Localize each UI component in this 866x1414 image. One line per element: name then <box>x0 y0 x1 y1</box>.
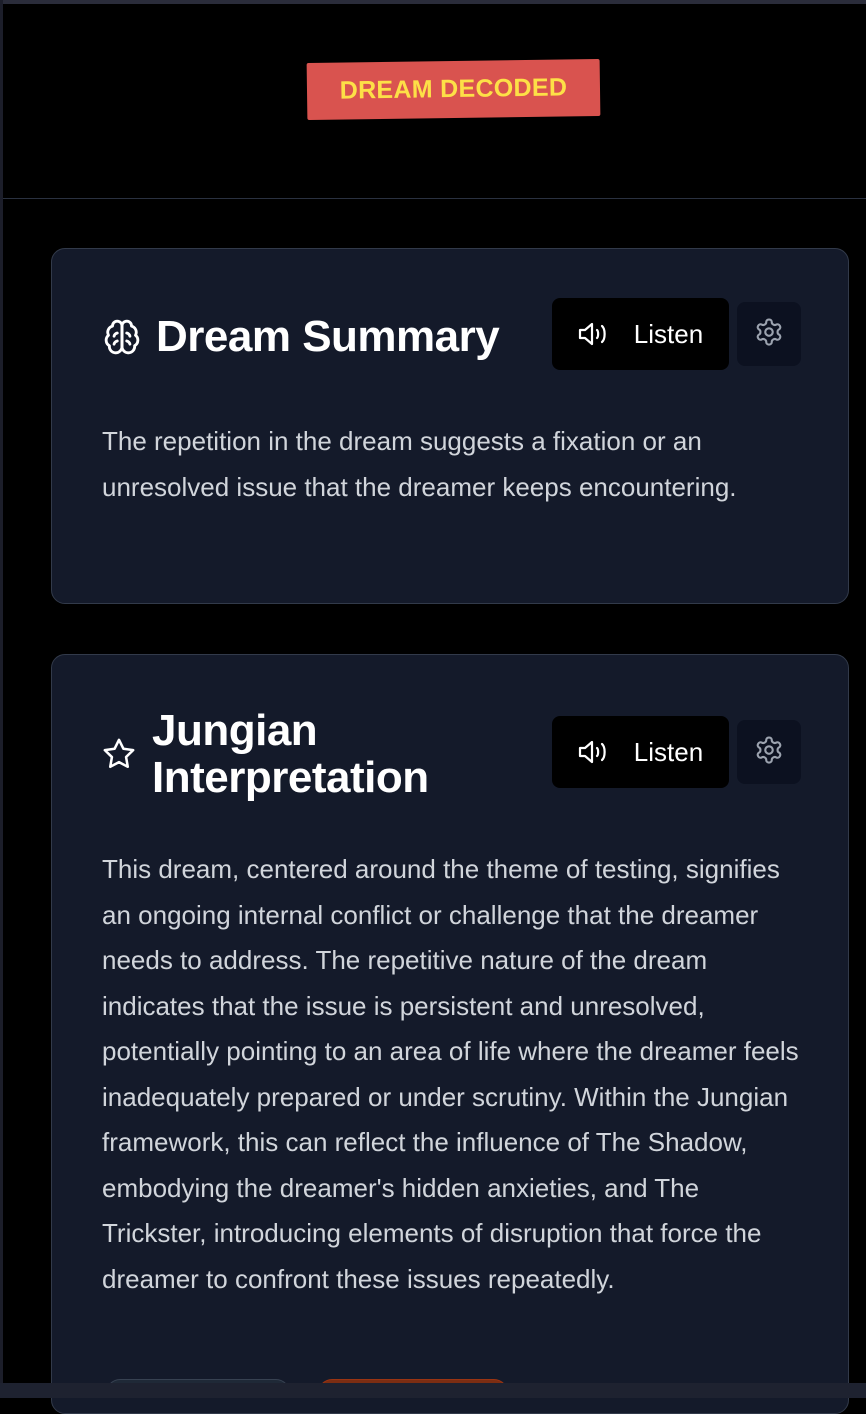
star-icon <box>102 734 136 774</box>
card-title: Jungian Interpretation <box>152 707 429 801</box>
settings-button[interactable] <box>737 302 801 366</box>
window-left-border <box>0 0 3 1398</box>
listen-label: Listen <box>633 318 704 349</box>
speaker-icon <box>578 739 610 765</box>
dream-summary-card: Dream Summary Listen The repetition in t… <box>51 248 849 604</box>
interpretation-text: This dream, centered around the theme of… <box>102 854 799 1294</box>
summary-text: The repetition in the dream suggests a f… <box>102 426 737 502</box>
gear-icon <box>754 735 784 770</box>
listen-label: Listen <box>633 736 704 767</box>
speaker-icon <box>578 321 610 347</box>
settings-button[interactable] <box>737 720 801 784</box>
dream-decoded-badge: DREAM DECODED <box>306 58 601 121</box>
header: DREAM DECODED <box>3 4 866 199</box>
gear-icon <box>754 317 784 352</box>
card-header: Dream Summary <box>102 312 500 361</box>
window-bottom-border <box>0 1383 866 1398</box>
card-title-line: Interpretation <box>152 753 429 802</box>
listen-button[interactable]: Listen <box>552 716 729 788</box>
jungian-interpretation-card: Jungian Interpretation Listen This dream… <box>51 654 849 1414</box>
brain-icon <box>102 317 142 357</box>
card-title: Dream Summary <box>156 312 500 361</box>
card-header: Jungian Interpretation <box>102 707 429 801</box>
card-title-line: Jungian <box>152 706 318 755</box>
listen-button[interactable]: Listen <box>552 298 729 370</box>
